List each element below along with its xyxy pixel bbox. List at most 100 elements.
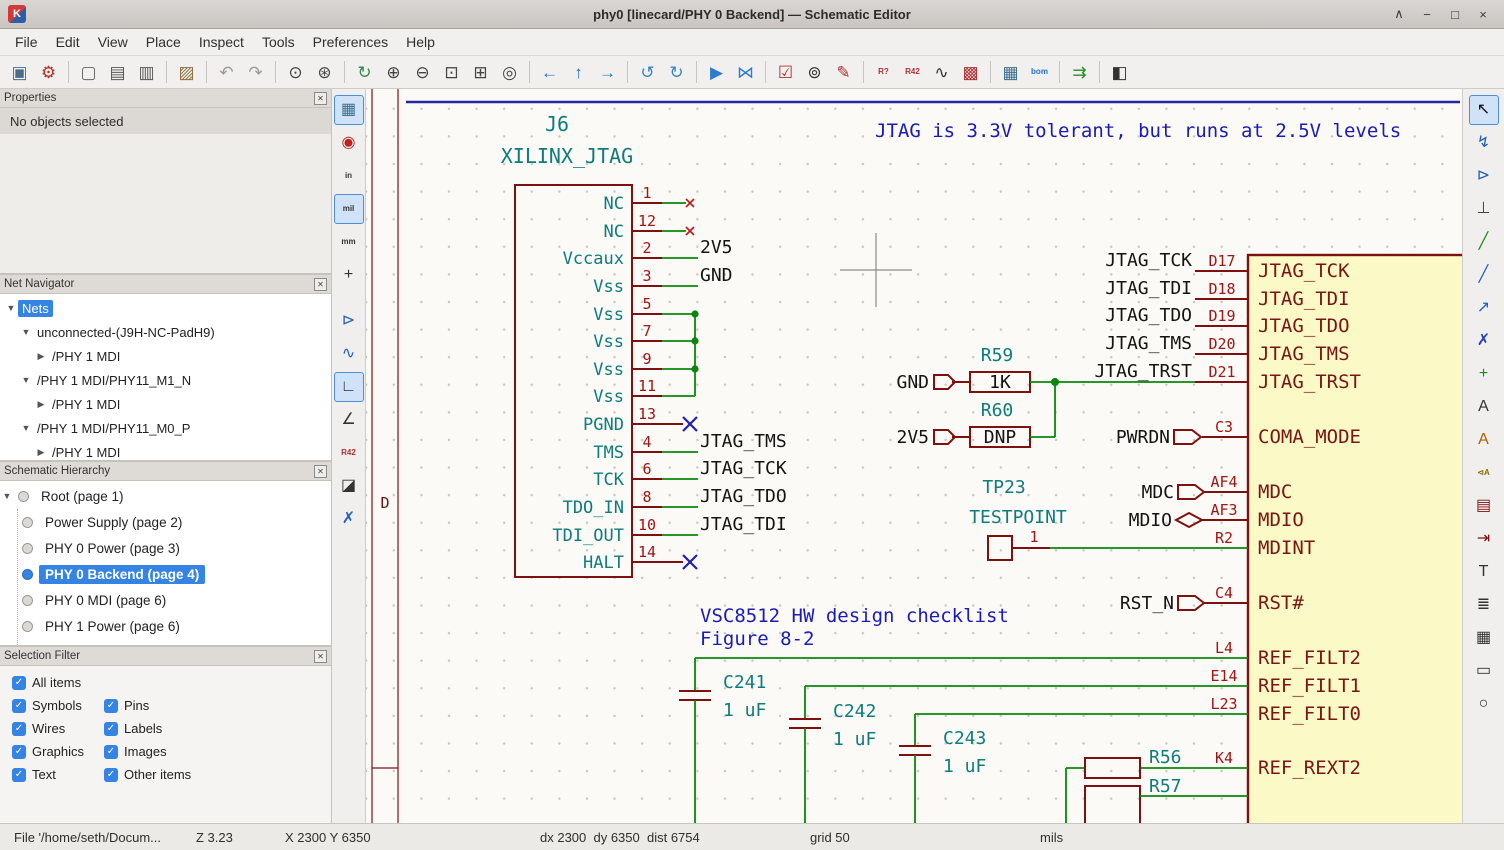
hierarchy-page[interactable]: Power Supply (page 2) xyxy=(18,509,331,535)
menu-inspect[interactable]: Inspect xyxy=(190,30,253,54)
value-text[interactable]: XILINX_JTAG xyxy=(501,144,633,168)
nav-back-button[interactable]: ← xyxy=(536,59,563,86)
j6-symbol[interactable]: J6 XILINX_JTAG NC NC Vccaux xyxy=(501,112,683,577)
caret-down-icon[interactable]: ▼ xyxy=(19,423,33,433)
bus-entry-button[interactable]: ↗ xyxy=(1469,293,1499,323)
plot-button[interactable]: ▥ xyxy=(133,59,160,86)
net-item[interactable]: ▼/PHY 1 MDI/PHY11_M1_N xyxy=(0,368,331,392)
filter-labels[interactable]: Labels xyxy=(98,721,190,736)
junction-button[interactable]: + xyxy=(1469,359,1499,389)
r56-symbol[interactable]: R56 xyxy=(1085,747,1182,778)
close-icon[interactable] xyxy=(314,278,327,291)
units-inches-button[interactable]: in xyxy=(334,161,364,191)
footprint-assign-button[interactable]: R42 xyxy=(899,59,926,86)
annotate-button[interactable]: R? xyxy=(870,59,897,86)
erc-button[interactable]: ☑ xyxy=(772,59,799,86)
zoom-objects-button[interactable]: ◎ xyxy=(496,59,523,86)
rectangle-tool-button[interactable]: ▭ xyxy=(1469,656,1499,686)
menu-place[interactable]: Place xyxy=(137,30,190,54)
caret-right-icon[interactable]: ▶ xyxy=(34,399,48,410)
no-connect-button[interactable]: ✗ xyxy=(1469,326,1499,356)
menu-preferences[interactable]: Preferences xyxy=(304,30,397,54)
no-connect-flag[interactable] xyxy=(683,417,697,569)
symbol-fields-table-button[interactable]: ▦ xyxy=(997,59,1024,86)
trst-wires[interactable] xyxy=(1030,382,1195,437)
new-sheet-button[interactable]: ▢ xyxy=(75,59,102,86)
save-button[interactable]: ▣ xyxy=(6,59,33,86)
c241-symbol[interactable]: C241 1 uF xyxy=(679,658,766,823)
wire-tool-button[interactable]: ╱ xyxy=(1469,227,1499,257)
sim-chart-button[interactable]: ∿ xyxy=(334,339,364,369)
hierarchy-page[interactable]: PHY 0 MDI (page 6) xyxy=(18,587,331,613)
menu-tools[interactable]: Tools xyxy=(253,30,304,54)
hierarchy-page[interactable]: ▼Root (page 1) xyxy=(0,483,331,509)
properties-panel-toggle-button[interactable]: ◪ xyxy=(334,471,364,501)
crosshair-cursor-button[interactable]: + xyxy=(334,260,364,290)
rotate-ccw-button[interactable]: ↺ xyxy=(634,59,661,86)
filter-images[interactable]: Images xyxy=(98,744,190,759)
jtag-rows[interactable]: JTAG_TCK D17 JTAG_TCK JTAG_TDI D18 JTAG_… xyxy=(1094,250,1361,393)
note-jtag[interactable]: JTAG is 3.3V tolerant, but runs at 2.5V … xyxy=(875,120,1401,142)
checkbox-checked-icon[interactable] xyxy=(104,722,118,736)
grid-overrides-lock-button[interactable]: ◉ xyxy=(334,128,364,158)
close-icon[interactable] xyxy=(314,650,327,663)
zoom-fit-button[interactable]: ⊡ xyxy=(438,59,465,86)
filter-all-items[interactable]: All items xyxy=(6,675,98,690)
r60-symbol[interactable]: R60 DNP 2V5 xyxy=(896,400,1030,448)
filter-graphics[interactable]: Graphics xyxy=(6,744,98,759)
footprint-editor-button[interactable]: ▩ xyxy=(957,59,984,86)
caret-down-icon[interactable]: ▼ xyxy=(19,327,33,337)
highlight-net-button[interactable]: ↯ xyxy=(1469,128,1499,158)
net-navigator-panel-title[interactable]: Net Navigator xyxy=(0,275,331,294)
net-item[interactable]: ▼unconnected-(J9H-NC-PadH9) xyxy=(0,320,331,344)
refresh-button[interactable]: ↻ xyxy=(351,59,378,86)
c243-symbol[interactable]: C243 1 uF xyxy=(899,714,986,823)
hv-lines-mode-button[interactable]: ∟ xyxy=(334,372,364,402)
hierarchy-up-button[interactable]: ↑ xyxy=(565,59,592,86)
schematic-setup-button[interactable]: ⚙ xyxy=(35,59,62,86)
textbox-tool-button[interactable]: ≣ xyxy=(1469,590,1499,620)
mirror-button[interactable]: ⋈ xyxy=(732,59,759,86)
checkbox-checked-icon[interactable] xyxy=(104,768,118,782)
menu-help[interactable]: Help xyxy=(397,30,444,54)
schematic-canvas[interactable]: D JTAG is 3.3V tolerant, but runs at 2.5… xyxy=(366,89,1462,823)
free-angle-mode-button[interactable]: ∠ xyxy=(334,405,364,435)
menu-file[interactable]: File xyxy=(6,30,47,54)
paste-button[interactable]: ▨ xyxy=(173,59,200,86)
maximize-button[interactable]: □ xyxy=(1444,4,1466,24)
hierarchy-sheet-button[interactable]: ▤ xyxy=(1469,491,1499,521)
nav-forward-button[interactable]: → xyxy=(594,59,621,86)
text-tool-button[interactable]: T xyxy=(1469,557,1499,587)
net-item[interactable]: ▶/PHY 1 MDI xyxy=(0,440,331,460)
footprint-preview-button[interactable]: R42 xyxy=(334,438,364,468)
filter-text[interactable]: Text xyxy=(6,767,98,782)
j6-net-labels[interactable]: 2V5 GND JTAG_TMS JTAG_TCK JTAG_TDO JTAG_… xyxy=(700,237,787,535)
checkbox-checked-icon[interactable] xyxy=(12,768,26,782)
hierarchy-panel-title[interactable]: Schematic Hierarchy xyxy=(0,462,331,481)
note-vsc-2[interactable]: Figure 8-2 xyxy=(700,628,814,650)
checkbox-checked-icon[interactable] xyxy=(104,745,118,759)
show-grid-button[interactable]: ▦ xyxy=(334,95,364,125)
print-button[interactable]: ▤ xyxy=(104,59,131,86)
sheet-pin-button[interactable]: ⇥ xyxy=(1469,524,1499,554)
filter-symbols[interactable]: Symbols xyxy=(6,698,98,713)
net-navigator-toggle-button[interactable]: ✗ xyxy=(334,504,364,534)
zoom-selection-button[interactable]: ⊞ xyxy=(467,59,494,86)
circle-tool-button[interactable]: ○ xyxy=(1469,689,1499,719)
checkbox-checked-icon[interactable] xyxy=(12,676,26,690)
hierarchical-label-button[interactable]: ⊲A xyxy=(1469,458,1499,488)
caret-down-icon[interactable]: ▼ xyxy=(19,375,33,385)
global-label-button[interactable]: A xyxy=(1469,425,1499,455)
schematic-drawing[interactable]: D JTAG is 3.3V tolerant, but runs at 2.5… xyxy=(366,89,1462,823)
filter-other-items[interactable]: Other items xyxy=(98,767,190,782)
menu-edit[interactable]: Edit xyxy=(47,30,89,54)
bus-tool-button[interactable]: ╱ xyxy=(1469,260,1499,290)
net-item[interactable]: ▶/PHY 1 MDI xyxy=(0,344,331,368)
shade-button[interactable]: ∧ xyxy=(1388,4,1410,24)
units-mils-button[interactable]: mil xyxy=(334,194,364,224)
selection-filter-panel-title[interactable]: Selection Filter xyxy=(0,647,331,666)
checkbox-checked-icon[interactable] xyxy=(12,745,26,759)
menu-view[interactable]: View xyxy=(89,30,137,54)
filter-pins[interactable]: Pins xyxy=(98,698,190,713)
net-label-button[interactable]: A xyxy=(1469,392,1499,422)
